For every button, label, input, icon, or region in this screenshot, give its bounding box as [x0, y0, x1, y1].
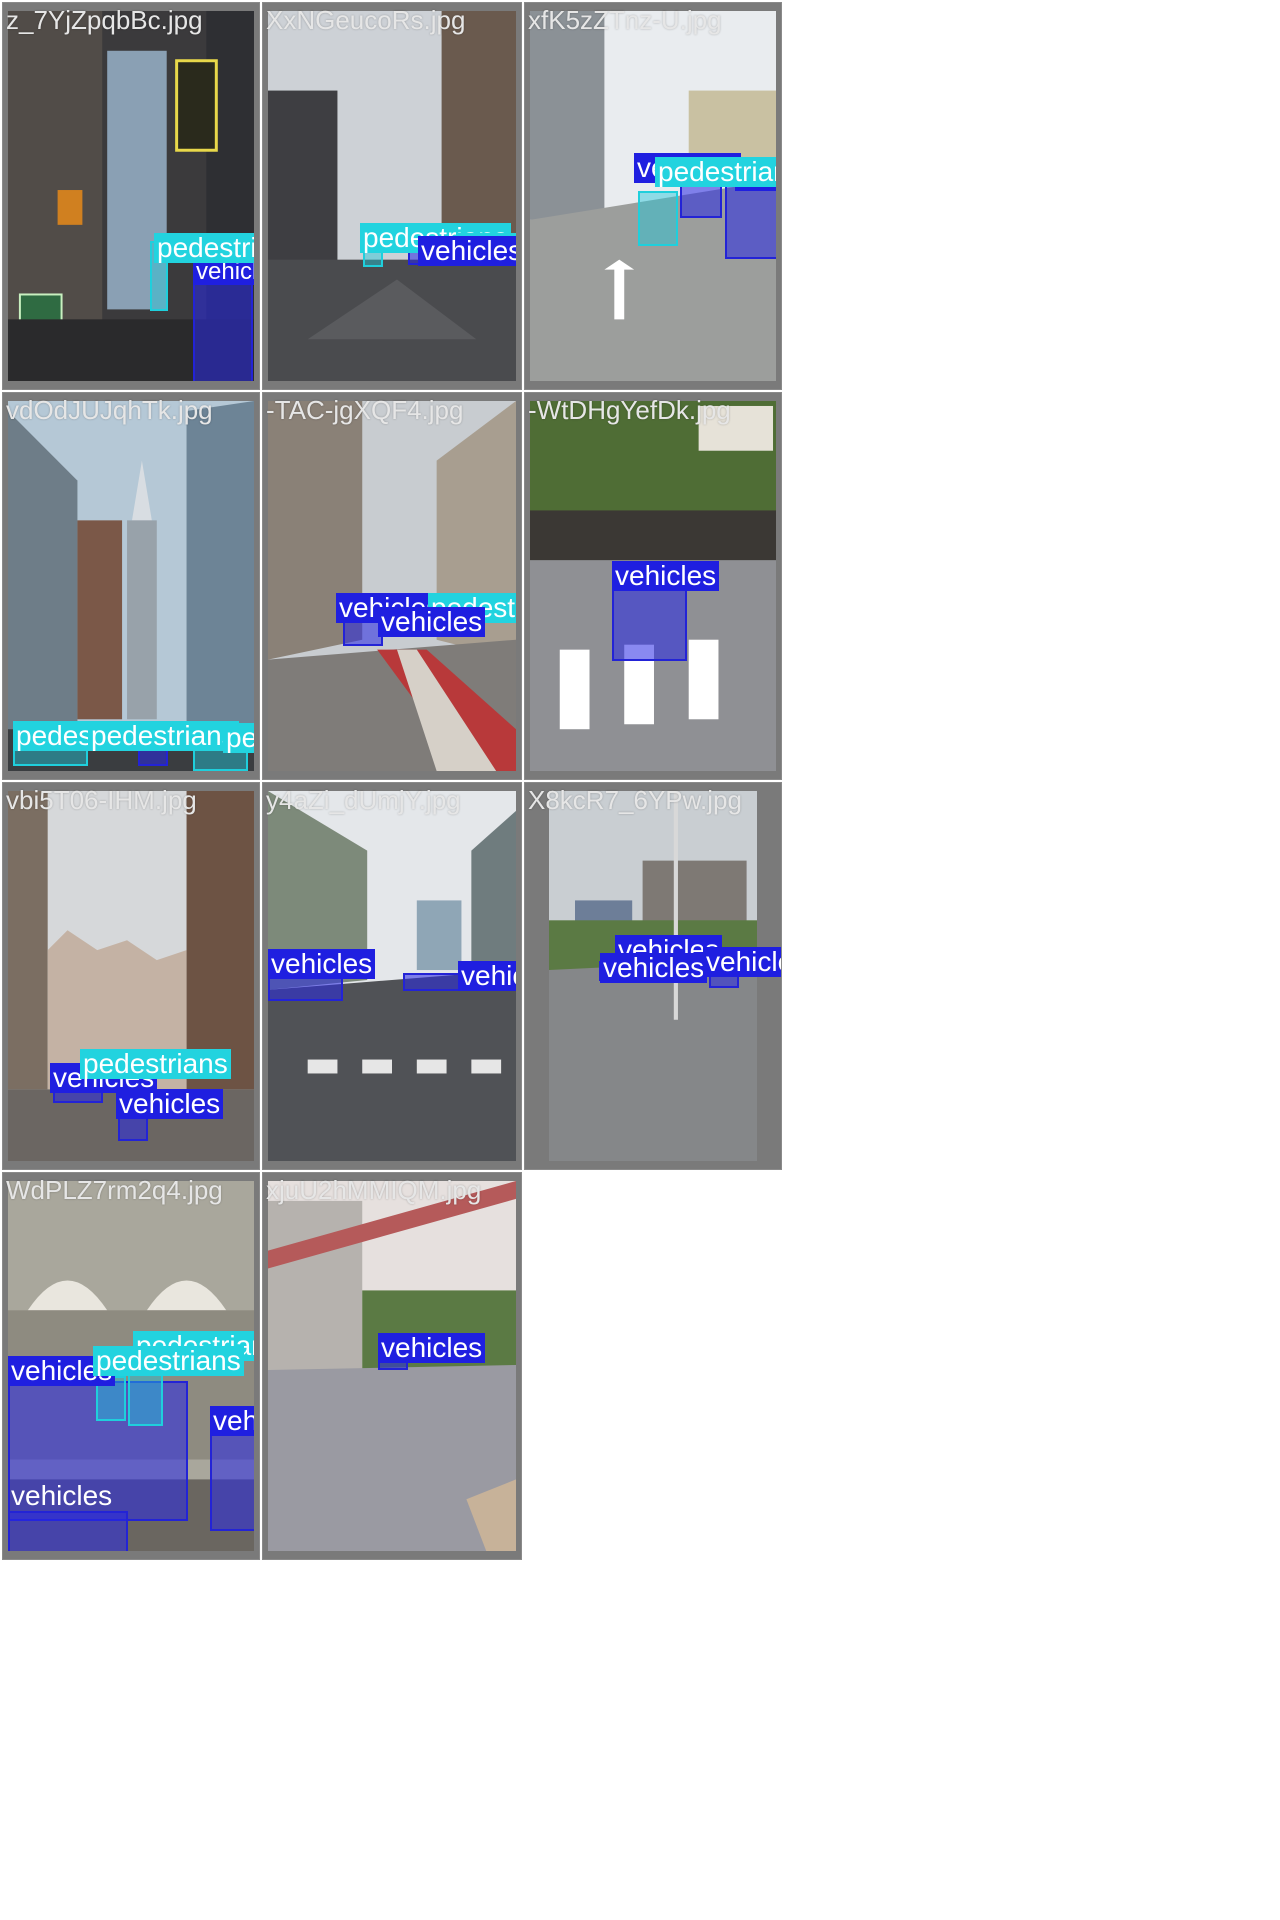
photo: pedestrians pedestrians vehicles — [268, 11, 516, 381]
detection-label: pedestrians — [655, 157, 776, 187]
detection-label: vehicles — [458, 961, 516, 991]
photo: vehicles — [268, 1181, 516, 1551]
photo: vehicles pedestrians pedestrians vehicle… — [8, 1181, 254, 1551]
image-filename: xfK5zZTnz-U.jpg — [528, 5, 722, 35]
detection-label: vehicles — [418, 236, 516, 266]
image-filename: XxNGeucoRs.jpg — [266, 5, 466, 35]
image-tile[interactable]: vehicles pedestrians vehicles -TAC-jgXQF… — [262, 392, 522, 780]
image-filename: -TAC-jgXQF4.jpg — [266, 395, 464, 425]
image-tile[interactable]: vehicles vehicles vehicles X8kcR7_6YPw.j… — [524, 782, 782, 1170]
detection-label: vehicles — [210, 1406, 254, 1436]
image-filename: -WtDHgYefDk.jpg — [528, 395, 731, 425]
image-tile[interactable]: pedestrians pedestrians pedestrians vdOd… — [2, 392, 260, 780]
image-tile[interactable]: vehicles pedestrians vehicles vbi5T06-IH… — [2, 782, 260, 1170]
detection-label: pedestrians — [154, 233, 254, 263]
detection-label: pedestrians — [80, 1049, 231, 1079]
pedestrian-box — [128, 1371, 163, 1426]
photo: vehicles vehicles — [268, 791, 516, 1161]
image-tile[interactable]: vehicles vehicles pedestrians xfK5zZTnz-… — [524, 2, 782, 390]
image-tile[interactable]: vehicles -WtDHgYefDk.jpg — [524, 392, 782, 780]
detection-label: vehicles — [116, 1089, 224, 1119]
photo: vehicles pedestrians — [8, 11, 254, 381]
image-tile[interactable]: vehicles xjuU2hMMIQM.jpg — [262, 1172, 522, 1560]
vehicle-box — [612, 586, 687, 661]
vehicle-box — [403, 973, 463, 991]
vehicle-box — [725, 181, 776, 259]
detection-label: vehicles — [600, 953, 708, 983]
photo: pedestrians pedestrians pedestrians — [8, 401, 254, 771]
pedestrian-box — [638, 191, 678, 246]
mosaic-grid: vehicles pedestrians z_7YjZpqbBc.jpg ped… — [0, 0, 1280, 1920]
image-tile[interactable]: pedestrians pedestrians vehicles XxNGeuc… — [262, 2, 522, 390]
photo: vehicles pedestrians vehicles — [268, 401, 516, 771]
image-filename: WdPLZ7rm2q4.jpg — [6, 1175, 223, 1205]
detection-label: vehicles — [268, 949, 376, 979]
vehicle-box — [8, 1511, 128, 1551]
image-filename: y4aZi_dUmjY.jpg — [266, 785, 461, 815]
vehicle-box — [193, 281, 253, 381]
image-filename: vbi5T06-IHM.jpg — [6, 785, 197, 815]
detection-label: pedestrians — [223, 723, 254, 753]
detection-label: pedestrians — [93, 1346, 244, 1376]
image-filename: z_7YjZpqbBc.jpg — [6, 5, 203, 35]
photo: vehicles pedestrians vehicles — [8, 791, 254, 1161]
image-filename: X8kcR7_6YPw.jpg — [528, 785, 742, 815]
detection-label: vehicles — [11, 1480, 113, 1511]
detection-label: vehicles — [612, 561, 720, 591]
detection-label: pedestrians — [88, 721, 239, 751]
image-tile[interactable]: vehicles pedestrians z_7YjZpqbBc.jpg — [2, 2, 260, 390]
detection-label: vehicles — [378, 607, 486, 637]
image-filename: xjuU2hMMIQM.jpg — [266, 1175, 482, 1205]
photo: vehicles — [530, 401, 776, 771]
image-tile[interactable]: vehicles pedestrians pedestrians vehicle… — [2, 1172, 260, 1560]
vehicle-box — [680, 183, 722, 218]
detection-label: vehicles — [703, 947, 781, 977]
photo: vehicles vehicles pedestrians — [530, 11, 776, 381]
image-tile[interactable]: vehicles vehicles y4aZi_dUmjY.jpg — [262, 782, 522, 1170]
detection-label: vehicles — [378, 1333, 486, 1363]
vehicle-box — [210, 1421, 254, 1531]
image-filename: vdOdJUJqhTk.jpg — [6, 395, 213, 425]
